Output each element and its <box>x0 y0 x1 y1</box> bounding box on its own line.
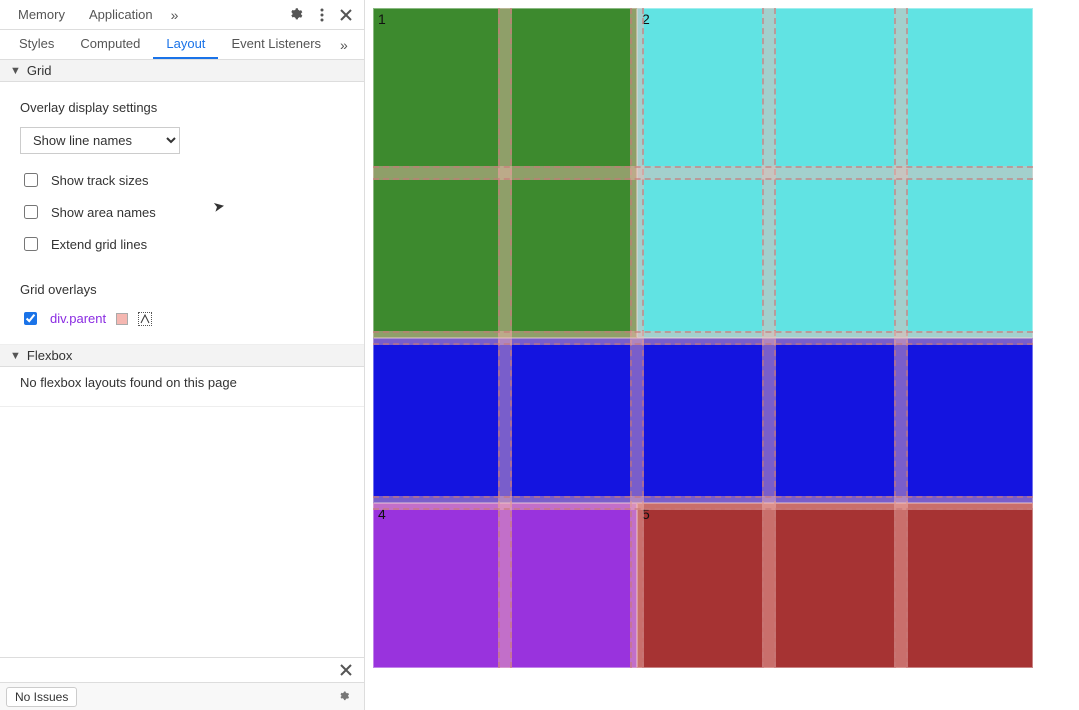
issues-chip[interactable]: No Issues <box>6 687 77 707</box>
subtab-computed[interactable]: Computed <box>67 30 153 59</box>
grid-item-5: 5 <box>637 503 1033 668</box>
close-icon[interactable] <box>334 3 358 27</box>
flexbox-empty-message: No flexbox layouts found on this page <box>20 375 344 390</box>
section-header-flexbox[interactable]: ▼ Flexbox <box>0 345 364 367</box>
grid-overlays-heading: Grid overlays <box>20 282 344 297</box>
subtab-styles[interactable]: Styles <box>6 30 67 59</box>
overlay-settings-heading: Overlay display settings <box>20 100 344 115</box>
reveal-element-icon[interactable] <box>138 312 152 326</box>
line-names-dropdown[interactable]: Show line names <box>20 127 180 154</box>
chevron-down-icon: ▼ <box>10 350 21 362</box>
checkbox-extend-lines-label: Extend grid lines <box>51 237 147 252</box>
gear-icon[interactable] <box>334 685 358 709</box>
checkbox-area-names-row[interactable]: Show area names <box>20 196 344 228</box>
checkbox-extend-lines-row[interactable]: Extend grid lines <box>20 228 344 260</box>
gear-icon[interactable] <box>286 3 310 27</box>
tab-application[interactable]: Application <box>77 7 165 22</box>
grid-item-label: 1 <box>378 11 386 27</box>
checkbox-track-sizes-row[interactable]: Show track sizes <box>20 164 344 196</box>
page-preview: 1 2 4 5 <box>365 0 1079 710</box>
checkbox-track-sizes[interactable] <box>24 173 38 187</box>
checkbox-area-names[interactable] <box>24 205 38 219</box>
checkbox-track-sizes-label: Show track sizes <box>51 173 149 188</box>
devtools-sidebar: Memory Application » Styles Computed Lay… <box>0 0 365 710</box>
sub-tab-bar: Styles Computed Layout Event Listeners » <box>0 30 364 60</box>
grid-item-4: 4 <box>373 503 637 668</box>
section-title-grid: Grid <box>27 63 52 78</box>
section-title-flexbox: Flexbox <box>27 348 73 363</box>
close-drawer-icon[interactable] <box>334 658 358 682</box>
kebab-icon[interactable] <box>310 3 334 27</box>
grid-item-1: 1 <box>373 8 637 338</box>
checkbox-area-names-label: Show area names <box>51 205 156 220</box>
grid-item-2: 2 <box>637 8 1033 338</box>
overlay-selector-label[interactable]: div.parent <box>50 311 106 326</box>
grid-item-3 <box>373 338 1033 503</box>
checkbox-extend-lines[interactable] <box>24 237 38 251</box>
section-header-grid[interactable]: ▼ Grid <box>0 60 364 82</box>
grid-parent: 1 2 4 5 <box>373 8 1033 668</box>
subtabs-overflow-icon[interactable]: » <box>334 37 354 53</box>
tab-memory[interactable]: Memory <box>6 7 77 22</box>
subtab-layout[interactable]: Layout <box>153 30 218 59</box>
flexbox-section-body: No flexbox layouts found on this page <box>0 367 364 407</box>
subtab-event-listeners[interactable]: Event Listeners <box>218 30 334 59</box>
grid-item-label: 2 <box>642 11 650 27</box>
grid-section-body: Overlay display settings Show line names… <box>0 82 364 345</box>
bottom-bar: No Issues <box>0 657 364 710</box>
checkbox-overlay-parent[interactable] <box>24 312 37 325</box>
top-tab-bar: Memory Application » <box>0 0 364 30</box>
chevron-down-icon: ▼ <box>10 65 21 77</box>
grid-item-label: 5 <box>642 506 650 522</box>
grid-item-label: 4 <box>378 506 386 522</box>
tabs-overflow-icon[interactable]: » <box>165 7 185 23</box>
grid-overlay-row: div.parent <box>20 309 344 328</box>
overlay-color-swatch[interactable] <box>116 313 128 325</box>
